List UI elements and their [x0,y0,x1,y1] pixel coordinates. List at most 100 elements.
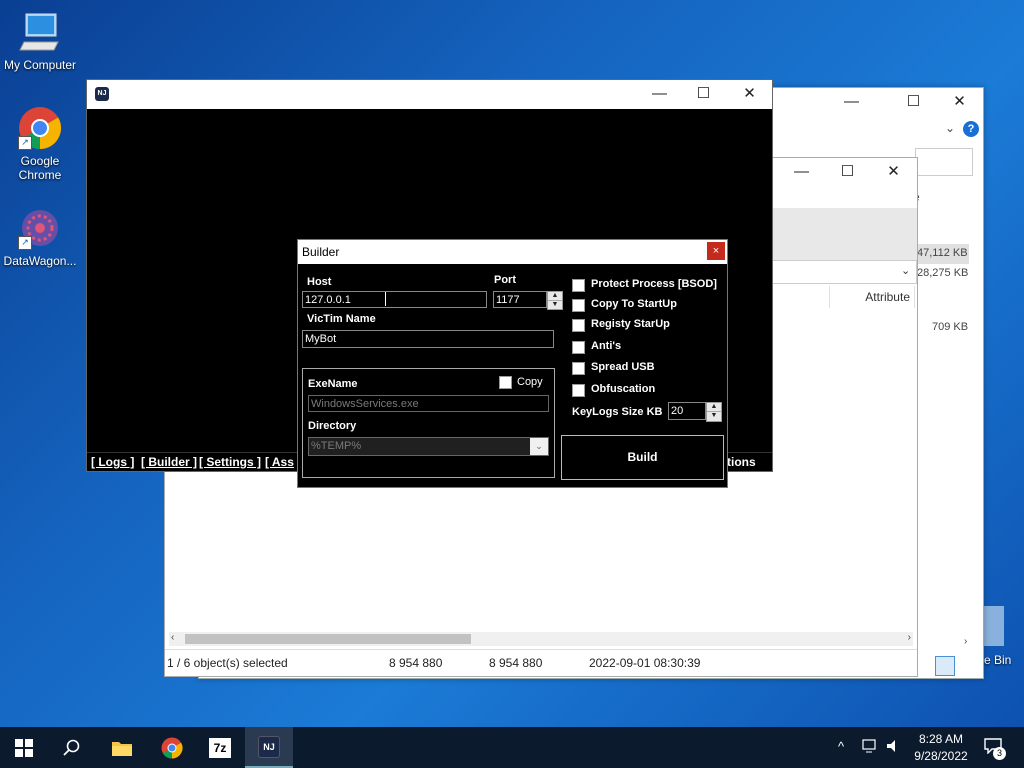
datawagon-icon: ↗ [18,206,62,250]
scroll-right-icon[interactable]: › [908,632,911,643]
chrome-taskbar-button[interactable] [148,727,196,768]
size-value: 47,112 KB [917,247,968,259]
status-packed: 8 954 880 [489,656,543,670]
option-label: Registy StarUp [591,318,670,330]
desktop-icon-label: Google Chrome [18,154,62,182]
desktop-icon-label: e Bin [984,653,1012,667]
spin-up-icon[interactable]: ▲ [548,292,562,301]
help-icon[interactable]: ? [963,121,979,137]
taskbar: 7z NJ ^ 8:28 AM 9/28/2022 3 [0,727,1024,768]
chrome-icon [161,737,183,758]
njrat-taskbar-button[interactable]: NJ [245,727,293,768]
antis-checkbox[interactable] [572,341,585,354]
connections-count: tions [0] [727,455,756,487]
minimize-icon[interactable]: — [637,80,682,108]
exe-groupbox: ExeName Copy WindowsServices.exe Directo… [302,368,555,478]
tab-assistant[interactable]: [ Ass [265,453,294,471]
directory-value: %TEMP% [311,440,362,452]
close-icon[interactable]: ✕ [871,158,916,186]
obfuscation-checkbox[interactable] [572,384,585,397]
tab-logs[interactable]: [ Logs ] [91,453,134,471]
maximize-icon[interactable]: ☐ [825,158,870,186]
volume-icon[interactable] [886,739,902,756]
close-icon[interactable]: ✕ [937,88,982,116]
horizontal-scrollbar[interactable]: ‹ › [169,632,913,646]
size-value: 709 KB [932,321,969,333]
chevron-up-icon[interactable]: ^ [838,739,844,754]
chevron-down-icon[interactable]: ⌄ [901,264,910,277]
directory-select[interactable]: %TEMP% ⌄ [308,437,549,456]
status-selected: 1 / 6 object(s) selected [167,656,288,670]
protect-process-checkbox[interactable] [572,279,585,292]
clock-time[interactable]: 8:28 AM [916,732,966,746]
desktop-icon-label: DataWagon... [3,254,77,268]
keylogs-size-input[interactable]: 20 [668,402,706,420]
option-label: Protect Process [BSOD] [591,278,717,290]
scroll-right-icon[interactable]: › [964,636,967,647]
build-button[interactable]: Build [561,435,724,480]
tab-builder[interactable]: [ Builder ] [141,453,197,471]
copy-checkbox[interactable] [499,376,512,389]
spin-down-icon[interactable]: ▼ [707,412,721,421]
search-button[interactable] [48,727,96,768]
option-label: Spread USB [591,361,655,373]
column-header-attribute[interactable]: Attribute [825,286,915,308]
network-icon[interactable] [862,739,878,756]
option-label: Copy To StartUp [591,298,677,310]
computer-icon [18,10,62,54]
file-explorer-button[interactable] [98,727,146,768]
maximize-icon[interactable]: ☐ [891,88,936,116]
search-icon [63,739,80,756]
text-cursor [385,292,386,306]
7zip-taskbar-button[interactable]: 7z [196,727,244,768]
victim-name-label: VicTim Name [307,313,376,325]
status-date: 2022-09-01 08:30:39 [589,656,701,670]
port-stepper[interactable]: ▲ ▼ [547,291,563,310]
registry-startup-checkbox[interactable] [572,319,585,332]
tab-settings[interactable]: [ Settings ] [199,453,261,471]
size-value: 28,275 KB [917,267,969,279]
start-button[interactable] [0,727,48,768]
desktop-icon-google-chrome[interactable]: ↗ Google Chrome [0,106,80,182]
minimize-icon[interactable]: — [779,158,824,186]
status-bar: 1 / 6 object(s) selected 8 954 880 8 954… [165,649,917,676]
7zip-icon: 7z [209,737,231,758]
exename-label: ExeName [308,378,358,390]
option-label: Anti's [591,340,622,352]
spread-usb-checkbox[interactable] [572,362,585,375]
builder-titlebar[interactable]: Builder × [298,240,727,264]
details-view-icon[interactable] [935,656,955,676]
exename-input[interactable]: WindowsServices.exe [308,395,549,412]
desktop-icon-my-computer[interactable]: My Computer [0,10,80,72]
chevron-down-icon[interactable]: ⌄ [945,121,955,135]
titlebar[interactable]: NJ — ☐ ✕ [87,80,772,109]
port-input[interactable]: 1177 [493,291,547,308]
close-icon[interactable]: ✕ [727,80,772,108]
victim-name-input[interactable]: MyBot [302,330,554,348]
desktop-icon-datawagon[interactable]: ↗ DataWagon... [0,206,80,268]
keylogs-size-label: KeyLogs Size KB [572,406,663,418]
port-label: Port [494,274,516,286]
maximize-icon[interactable]: ☐ [681,80,726,108]
windows-icon [15,738,33,757]
clock-date[interactable]: 9/28/2022 [910,749,972,763]
spin-up-icon[interactable]: ▲ [707,403,721,412]
address-bar[interactable] [915,148,973,176]
keylogs-stepper[interactable]: ▲ ▼ [706,402,722,422]
scroll-left-icon[interactable]: ‹ [171,632,174,643]
njrat-logo-icon: NJ [95,87,109,101]
host-input[interactable]: 127.0.0.1 [302,291,487,308]
spin-down-icon[interactable]: ▼ [548,301,562,310]
scrollbar-thumb[interactable] [185,634,471,644]
builder-dialog[interactable]: Builder × Host 127.0.0.1 Port 1177 ▲ ▼ V… [297,239,728,488]
chrome-icon: ↗ [18,106,62,150]
large-icons-view-icon[interactable] [959,656,977,674]
copy-startup-checkbox[interactable] [572,299,585,312]
host-label: Host [307,276,332,288]
copy-label: Copy [517,376,543,388]
notification-badge: 3 [993,747,1006,760]
chevron-down-icon[interactable]: ⌄ [530,438,548,455]
minimize-icon[interactable]: — [829,88,874,116]
desktop-icon-label: My Computer [3,58,77,72]
close-button[interactable]: × [707,242,725,260]
